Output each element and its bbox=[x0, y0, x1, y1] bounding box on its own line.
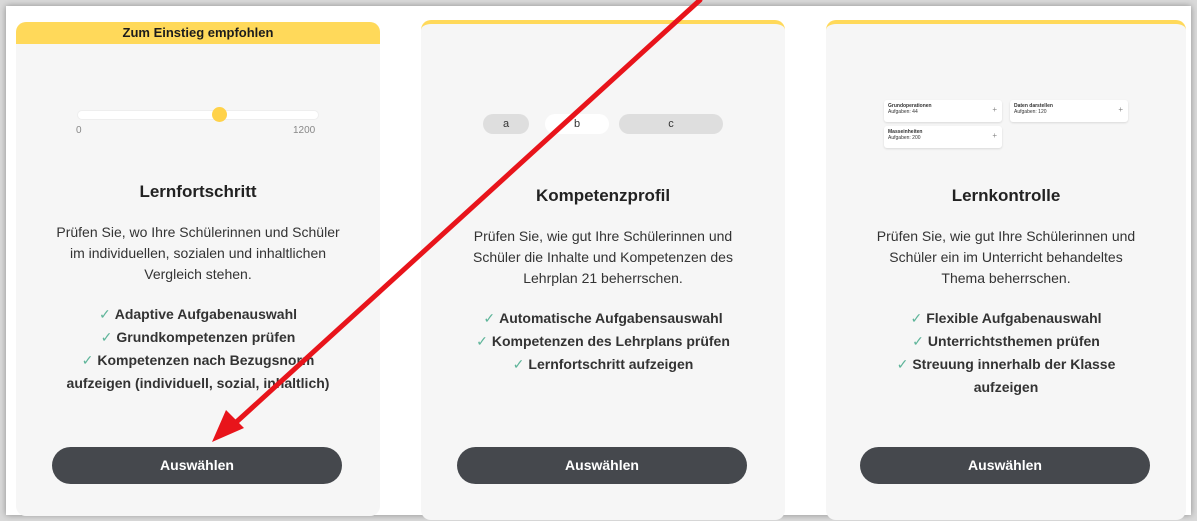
arrow-head bbox=[212, 410, 244, 442]
arrow-shaft bbox=[229, 0, 703, 429]
red-arrow-annotation bbox=[212, 0, 703, 442]
